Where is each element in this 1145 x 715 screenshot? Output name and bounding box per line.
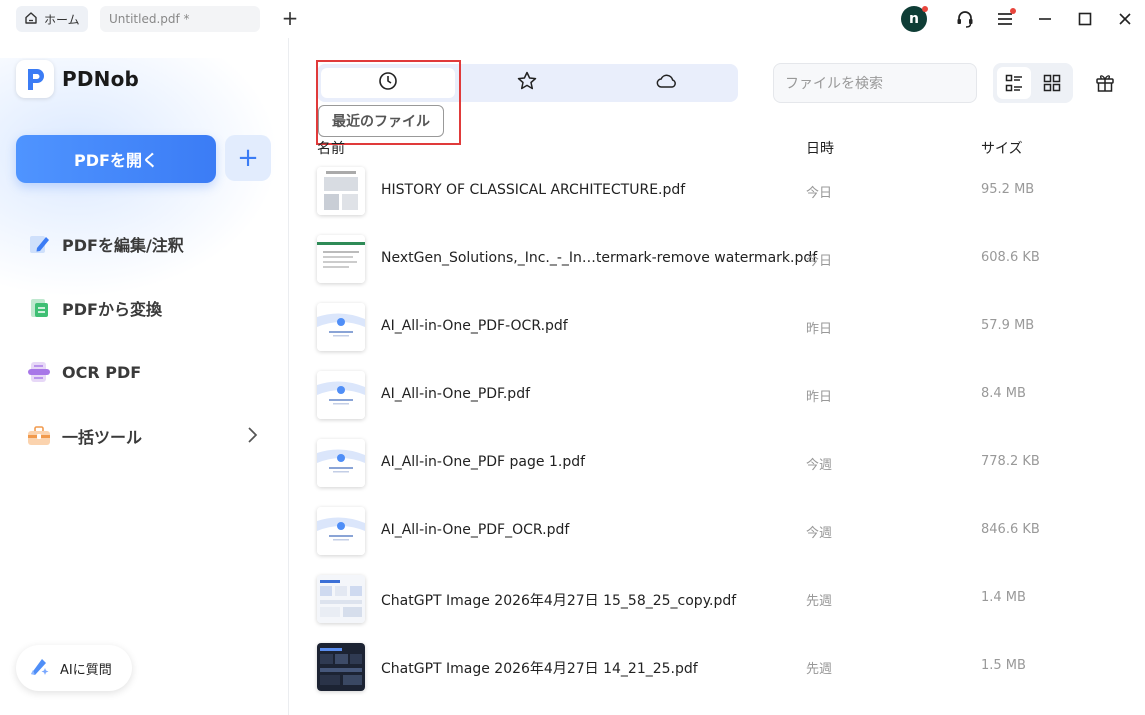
file-size: 95.2 MB	[981, 182, 1035, 197]
ask-ai-button[interactable]: AIに質問	[16, 645, 132, 691]
tab-document-label: Untitled.pdf *	[109, 12, 190, 26]
sidebar: PDNob PDFを開く + PDFを編集/注釈 PDFから変換 OCR PDF	[0, 38, 289, 715]
trash-icon[interactable]	[1093, 71, 1117, 95]
sidebar-item-label: 一括ツール	[62, 428, 143, 447]
brand-name: PDNob	[62, 67, 140, 91]
tab-cloud[interactable]	[600, 68, 734, 98]
menu-notification-dot	[1010, 8, 1016, 14]
title-bar: ホーム Untitled.pdf * + n	[0, 0, 1145, 38]
new-tab-button[interactable]: +	[280, 8, 300, 30]
sidebar-item-convert[interactable]: PDFから変換	[26, 292, 266, 324]
convert-icon	[26, 295, 52, 321]
app-window: ホーム Untitled.pdf * + n PDNob PDFを開く + PD…	[0, 0, 1145, 715]
file-row[interactable]: AI_All-in-One_PDF.pdf 昨日 8.4 MB	[317, 367, 1117, 423]
column-name-header[interactable]: 名前	[317, 138, 345, 158]
file-name: ChatGPT Image 2026年4月27日 14_21_25.pdf	[381, 661, 698, 677]
column-date-header[interactable]: 日時	[806, 138, 834, 158]
view-toggle	[993, 63, 1073, 103]
file-thumbnail	[317, 371, 365, 419]
file-row[interactable]: NextGen_Solutions,_Inc._-_In…termark-rem…	[317, 231, 1117, 287]
file-date: 今日	[806, 254, 833, 269]
file-thumbnail	[317, 167, 365, 215]
headset-support-icon[interactable]	[954, 8, 976, 30]
file-row[interactable]: AI_All-in-One_PDF page 1.pdf 今週 778.2 KB	[317, 435, 1117, 491]
file-name: AI_All-in-One_PDF_OCR.pdf	[381, 522, 570, 538]
file-thumbnail	[317, 235, 365, 283]
file-date: 今日	[806, 186, 833, 201]
file-row[interactable]: AI_All-in-One_PDF_OCR.pdf 今週 846.6 KB	[317, 503, 1117, 559]
file-row[interactable]: HISTORY OF CLASSICAL ARCHITECTURE.pdf 今日…	[317, 163, 1117, 219]
file-name: AI_All-in-One_PDF.pdf	[381, 386, 531, 402]
file-thumbnail	[317, 575, 365, 623]
add-button[interactable]: +	[225, 135, 271, 181]
ocr-icon	[26, 359, 52, 385]
file-size: 778.2 KB	[981, 454, 1040, 469]
main-panel: 最近のファイル ファイルを検索 名前 日時 サイズ HISTORY OF CLA…	[290, 38, 1145, 715]
file-name: HISTORY OF CLASSICAL ARCHITECTURE.pdf	[381, 182, 686, 198]
file-row[interactable]: ChatGPT Image 2026年4月27日 14_21_25.pdf 先週…	[317, 639, 1117, 695]
search-input[interactable]: ファイルを検索	[773, 63, 977, 103]
file-size: 1.5 MB	[981, 658, 1026, 673]
brand: PDNob	[16, 60, 139, 98]
sidebar-item-edit-annotate[interactable]: PDFを編集/注釈	[26, 228, 266, 260]
file-name: AI_All-in-One_PDF-OCR.pdf	[381, 318, 568, 334]
tab-home-label: ホーム	[44, 12, 80, 27]
file-date: 今週	[806, 458, 833, 473]
file-size: 8.4 MB	[981, 386, 1026, 401]
ai-sparkle-icon	[28, 655, 50, 681]
sidebar-item-label: OCR PDF	[62, 362, 142, 382]
avatar-notification-dot	[922, 6, 928, 12]
plus-icon: +	[237, 143, 259, 173]
recent-files-tooltip: 最近のファイル	[318, 105, 444, 137]
file-date: 先週	[806, 662, 833, 677]
home-icon	[24, 11, 38, 28]
open-pdf-label: PDFを開く	[74, 151, 158, 170]
file-date: 昨日	[806, 390, 833, 405]
avatar-letter: n	[909, 11, 919, 27]
file-thumbnail	[317, 507, 365, 555]
file-name: NextGen_Solutions,_Inc._-_In…termark-rem…	[381, 250, 818, 266]
file-date: 今週	[806, 526, 833, 541]
file-thumbnail	[317, 303, 365, 351]
file-size: 1.4 MB	[981, 590, 1026, 605]
file-name: AI_All-in-One_PDF page 1.pdf	[381, 454, 586, 470]
tab-favorites[interactable]	[460, 68, 594, 98]
search-placeholder: ファイルを検索	[785, 76, 883, 92]
sidebar-item-label: PDFを編集/注釈	[62, 236, 184, 255]
close-icon[interactable]	[1114, 8, 1136, 30]
sidebar-item-batch-tools[interactable]: 一括ツール	[26, 420, 266, 452]
tab-home[interactable]: ホーム	[16, 6, 88, 32]
file-thumbnail	[317, 643, 365, 691]
chevron-right-icon	[246, 426, 258, 448]
minimize-icon[interactable]	[1034, 8, 1056, 30]
file-size: 57.9 MB	[981, 318, 1035, 333]
sidebar-item-label: PDFから変換	[62, 300, 162, 319]
edit-annotate-icon	[26, 231, 52, 257]
file-size: 608.6 KB	[981, 250, 1040, 265]
open-pdf-button[interactable]: PDFを開く	[16, 135, 216, 183]
pdnob-logo-icon	[16, 60, 54, 98]
grid-view-icon[interactable]	[1035, 67, 1069, 99]
sidebar-item-ocr[interactable]: OCR PDF	[26, 356, 266, 388]
maximize-icon[interactable]	[1074, 8, 1096, 30]
batch-toolbox-icon	[26, 423, 52, 449]
file-size: 846.6 KB	[981, 522, 1040, 537]
ask-ai-label: AIに質問	[60, 662, 112, 678]
file-row[interactable]: ChatGPT Image 2026年4月27日 15_58_25_copy.p…	[317, 571, 1117, 627]
star-icon	[516, 70, 538, 96]
column-size-header[interactable]: サイズ	[981, 138, 1023, 158]
tooltip-label: 最近のファイル	[332, 114, 430, 130]
list-view-icon[interactable]	[997, 67, 1031, 99]
file-row[interactable]: AI_All-in-One_PDF-OCR.pdf 昨日 57.9 MB	[317, 299, 1117, 355]
file-date: 先週	[806, 594, 833, 609]
cloud-icon	[655, 71, 679, 95]
file-name: ChatGPT Image 2026年4月27日 15_58_25_copy.p…	[381, 593, 737, 609]
tab-document[interactable]: Untitled.pdf *	[100, 6, 260, 32]
file-thumbnail	[317, 439, 365, 487]
file-date: 昨日	[806, 322, 833, 337]
